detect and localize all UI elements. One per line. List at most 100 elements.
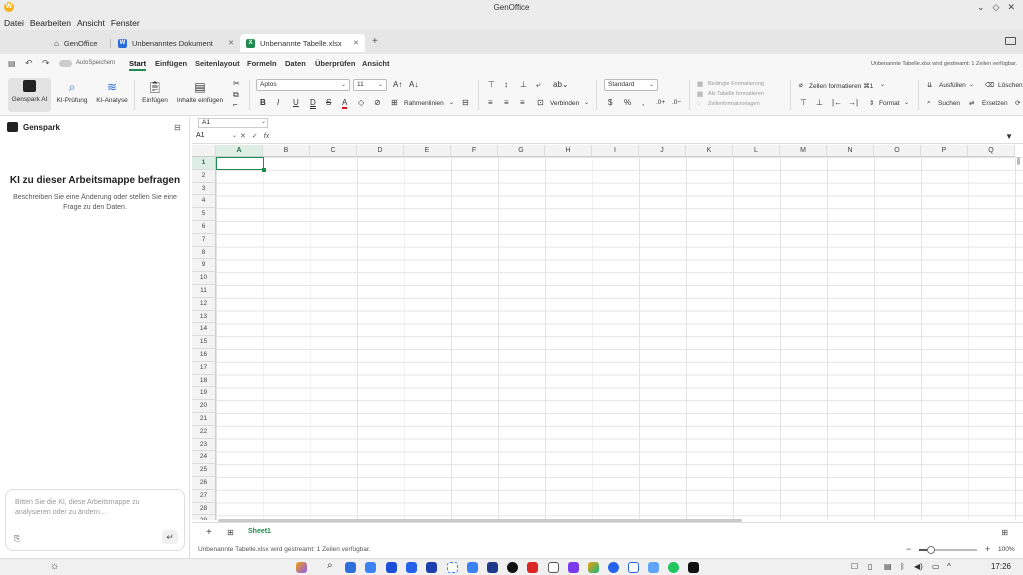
insert-row-above-icon[interactable]: ⊤ (800, 98, 807, 107)
menu-datei[interactable]: Datei (4, 18, 24, 28)
window-icon[interactable]: ☐ (851, 562, 858, 571)
row-header[interactable]: 14 (192, 323, 216, 337)
row-header[interactable]: 21 (192, 413, 216, 426)
underline-icon[interactable]: U (293, 98, 299, 107)
row-header[interactable]: 28 (192, 502, 216, 516)
align-bottom-icon[interactable]: ⊥ (520, 80, 527, 89)
column-header[interactable]: P (921, 145, 968, 157)
align-right-icon[interactable]: ≡ (520, 98, 525, 107)
phone-icon[interactable]: ▯ (868, 562, 872, 571)
double-underline-icon[interactable]: D (310, 98, 316, 107)
menu-bearbeiten[interactable]: Bearbeiten (30, 18, 71, 28)
number-format-select[interactable]: Standard ⌄ (604, 79, 658, 91)
orientation-icon[interactable]: ab⌄ (553, 80, 569, 89)
row-header[interactable]: 17 (192, 361, 216, 375)
chart-app-icon[interactable] (527, 562, 538, 573)
cell-area[interactable] (216, 157, 1023, 520)
add-sheet-icon[interactable]: + (206, 527, 212, 538)
format-cells-button[interactable]: Zellen formatieren ⌘1 (809, 82, 873, 90)
undo-icon[interactable]: ↶ (25, 58, 33, 69)
function-icon[interactable]: fx (264, 133, 269, 140)
align-middle-icon[interactable]: ↕ (504, 80, 508, 89)
sheet-tab[interactable]: Sheet1 (248, 528, 271, 535)
column-header[interactable]: G (498, 145, 545, 157)
maximize-icon[interactable]: ◇ (993, 2, 1000, 13)
more-icon[interactable]: ⟳ (1015, 99, 1020, 107)
chat-input[interactable]: Bitten Sie die KI, diese Arbeitsmappe zu… (15, 498, 165, 518)
column-header[interactable]: D (357, 145, 404, 157)
align-top-icon[interactable]: ⊤ (488, 80, 495, 89)
column-header[interactable]: Q (968, 145, 1015, 157)
vertical-scrollbar[interactable] (1017, 157, 1020, 165)
document-icon[interactable] (548, 562, 559, 573)
row-header[interactable]: 27 (192, 489, 216, 503)
app-launcher-icon[interactable] (296, 562, 307, 573)
display-icon[interactable]: ▭ (932, 562, 940, 571)
chat-input-box[interactable]: Bitten Sie die KI, diese Arbeitsmappe zu… (5, 489, 185, 551)
bold-icon[interactable]: B (260, 98, 266, 107)
merge-label[interactable]: Verbinden (550, 100, 579, 107)
tab-ansicht[interactable]: Ansicht (362, 59, 390, 68)
row-header[interactable]: 16 (192, 349, 216, 362)
tab-spreadsheet[interactable]: X Unbenannte Tabelle.xlsx ✕ (240, 34, 365, 52)
increase-font-icon[interactable]: A↑ (393, 80, 402, 89)
percent-button[interactable]: % (624, 98, 631, 107)
row-header[interactable]: 24 (192, 451, 216, 465)
align-center-icon[interactable]: ≡ (504, 98, 509, 107)
select-all-corner[interactable] (192, 145, 216, 157)
tab-daten[interactable]: Daten (285, 59, 306, 68)
column-header[interactable]: F (451, 145, 498, 157)
tab-einfuegen[interactable]: Einfügen (155, 59, 187, 68)
row-header[interactable]: 9 (192, 259, 216, 273)
zoom-out-icon[interactable]: − (906, 544, 911, 554)
column-header[interactable]: M (780, 145, 827, 157)
borders-label[interactable]: Rahmenlinien (404, 100, 444, 107)
fill-button[interactable]: Ausfüllen (939, 82, 966, 89)
row-header[interactable]: 22 (192, 425, 216, 439)
copy-icon[interactable]: ⧉ (233, 90, 239, 100)
name-box[interactable]: A1 (196, 132, 205, 139)
active-cell-a1[interactable] (216, 157, 266, 172)
close-tab-icon[interactable]: ✕ (228, 39, 234, 47)
sheet-list-icon[interactable]: ⊞ (227, 528, 234, 537)
grid-view-icon[interactable]: ⊞ (1001, 528, 1008, 537)
finder-icon[interactable] (345, 562, 356, 573)
row-header[interactable]: 11 (192, 285, 216, 298)
menu-ansicht[interactable]: Ansicht (77, 18, 105, 28)
row-header[interactable]: 19 (192, 387, 216, 401)
formula-input[interactable] (288, 132, 1008, 143)
paste-button[interactable]: 📋︎ Einfügen (140, 80, 170, 104)
insert-row-below-icon[interactable]: ⊥ (816, 98, 823, 107)
find-button[interactable]: Suchen (938, 100, 960, 107)
column-header[interactable]: K (686, 145, 733, 157)
clear-button[interactable]: Löschen (998, 82, 1023, 89)
cell-styles-button[interactable]: Zellenformatvorlagen (708, 101, 760, 107)
strikethrough-icon[interactable]: S (326, 98, 331, 107)
collapse-panel-icon[interactable]: ⊟ (174, 123, 181, 132)
search-icon[interactable]: ⌕ (327, 560, 333, 571)
chevron-up-icon[interactable]: ^ (947, 562, 951, 571)
clipboard-tray-icon[interactable]: ▤ (884, 562, 892, 571)
lock-icon[interactable] (426, 562, 437, 573)
column-header[interactable]: A (216, 145, 263, 157)
close-tab-icon[interactable]: ✕ (353, 39, 359, 47)
row-header[interactable]: 12 (192, 297, 216, 311)
row-header[interactable]: 29 (192, 515, 216, 520)
paste-special-button[interactable]: ▤ Inhalte einfügen (175, 80, 225, 104)
chevron-down-icon[interactable]: ⌄ (584, 99, 589, 106)
ki-analyse-button[interactable]: ≋ KI-Analyse (94, 80, 130, 104)
chevron-down-icon[interactable]: ⌄ (904, 99, 909, 106)
row-header[interactable]: 8 (192, 246, 216, 260)
terminal-icon[interactable] (406, 562, 417, 573)
tab-seitenlayout[interactable]: Seitenlayout (195, 59, 240, 68)
font-color-icon[interactable]: A (342, 98, 348, 109)
tab-ueberpruefen[interactable]: Überprüfen (315, 59, 355, 68)
decrease-font-icon[interactable]: A↓ (409, 80, 418, 89)
row-header[interactable]: 4 (192, 195, 216, 209)
calendar-icon[interactable] (467, 562, 478, 573)
tab-start[interactable]: Start (129, 59, 147, 71)
minimize-icon[interactable]: ⌄ (977, 2, 985, 13)
chevron-down-icon[interactable]: ⌄ (232, 132, 237, 139)
sidebar-toggle-icon[interactable] (1005, 37, 1016, 45)
fill-color-icon[interactable]: ◇ (358, 98, 364, 107)
